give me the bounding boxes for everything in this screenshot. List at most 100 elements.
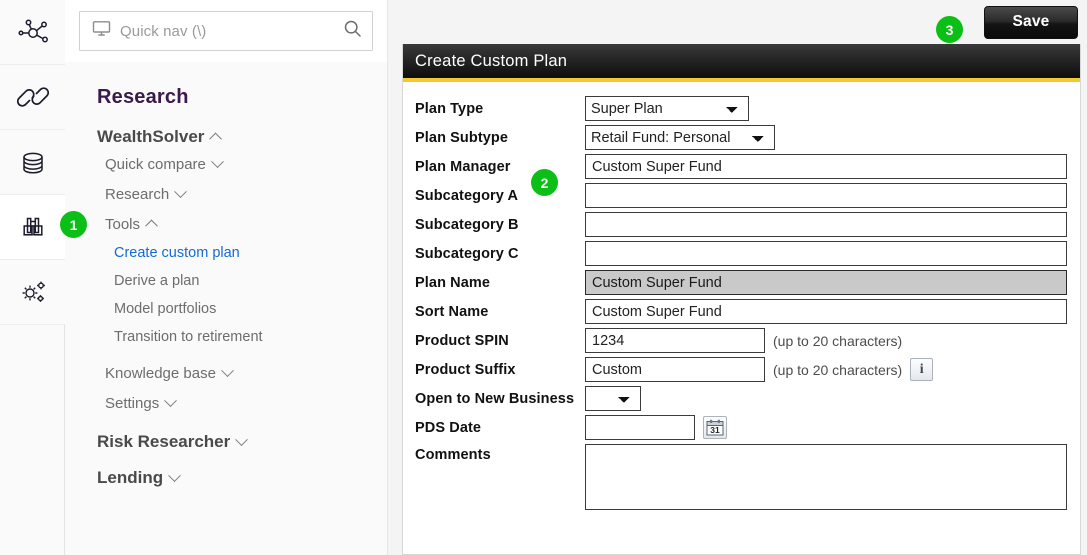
nav-panel: Quick nav (\) Research WealthSolver Quic… bbox=[65, 0, 388, 555]
rail-item-settings[interactable] bbox=[0, 260, 65, 325]
label-subcategory-a: Subcategory A bbox=[415, 187, 519, 204]
chevron-up-icon bbox=[145, 219, 158, 233]
row-plan-subtype: Plan Subtype Retail Fund: Personal bbox=[403, 125, 1080, 150]
row-plan-manager: Plan Manager bbox=[403, 154, 1080, 179]
nav-search-area: Quick nav (\) bbox=[65, 0, 387, 62]
save-button[interactable]: Save bbox=[984, 5, 1078, 39]
product-suffix-input[interactable] bbox=[585, 357, 765, 382]
nav-group-lending[interactable]: Lending bbox=[65, 454, 387, 490]
pds-date-input[interactable] bbox=[585, 415, 695, 440]
nav-item-derive-a-plan[interactable]: Derive a plan bbox=[65, 267, 387, 295]
row-product-spin: Product SPIN (up to 20 characters) bbox=[403, 328, 1080, 353]
label-product-spin: Product SPIN bbox=[415, 332, 509, 349]
plan-type-select[interactable]: Super Plan bbox=[585, 96, 749, 121]
rail-item-research[interactable] bbox=[0, 195, 65, 260]
sort-name-input[interactable] bbox=[585, 299, 1067, 324]
nav-group-wealthsolver[interactable]: WealthSolver bbox=[65, 113, 387, 149]
row-pds-date: PDS Date 31 bbox=[403, 415, 1080, 440]
nav-group-wealthsolver-label: WealthSolver bbox=[97, 127, 205, 146]
app-root: Quick nav (\) Research WealthSolver Quic… bbox=[0, 0, 1087, 555]
row-open-to-new-business: Open to New Business bbox=[403, 386, 1080, 411]
coins-stack-icon bbox=[16, 147, 50, 177]
search-input-placeholder[interactable]: Quick nav (\) bbox=[120, 23, 334, 40]
nav-item-knowledge-base-label: Knowledge base bbox=[105, 365, 216, 382]
step-badge-3: 3 bbox=[936, 16, 963, 43]
product-spin-hint: (up to 20 characters) bbox=[773, 332, 903, 349]
nav-item-quick-compare-label: Quick compare bbox=[105, 156, 206, 173]
action-toolbar: Save bbox=[402, 0, 1081, 44]
nav-item-settings[interactable]: Settings bbox=[65, 388, 387, 418]
plan-name-input bbox=[585, 270, 1067, 295]
nav-group-lending-label: Lending bbox=[97, 468, 164, 487]
step-badge-2: 2 bbox=[531, 169, 558, 196]
nav-item-tools-label: Tools bbox=[105, 216, 141, 233]
subcategory-a-input[interactable] bbox=[585, 183, 1067, 208]
svg-text:31: 31 bbox=[710, 425, 720, 435]
step-badge-1: 1 bbox=[60, 211, 87, 238]
chevron-down-icon bbox=[221, 364, 234, 378]
chevron-down-icon bbox=[168, 468, 181, 482]
nav-item-transition-to-retirement[interactable]: Transition to retirement bbox=[65, 323, 387, 351]
comments-textarea[interactable] bbox=[585, 444, 1067, 510]
plan-form: Plan Type Super Plan Plan Subtype Retail… bbox=[403, 82, 1080, 554]
nav-group-risk-researcher-label: Risk Researcher bbox=[97, 432, 231, 451]
label-open-to-new-business: Open to New Business bbox=[415, 390, 575, 407]
row-subcategory-a: Subcategory A bbox=[403, 183, 1080, 208]
chevron-down-icon bbox=[211, 155, 224, 169]
label-product-suffix: Product Suffix bbox=[415, 361, 516, 378]
label-comments: Comments bbox=[415, 447, 491, 463]
network-nodes-icon bbox=[16, 17, 50, 47]
row-sort-name: Sort Name bbox=[403, 299, 1080, 324]
nav-item-research-label: Research bbox=[105, 186, 170, 203]
info-icon[interactable]: i bbox=[910, 358, 934, 381]
main-content: Save Create Custom Plan Plan Type Super … bbox=[388, 0, 1087, 555]
nav-group-risk-researcher[interactable]: Risk Researcher bbox=[65, 418, 387, 454]
nav-item-research[interactable]: Research bbox=[65, 179, 387, 209]
create-custom-plan-panel: Create Custom Plan Plan Type Super Plan … bbox=[402, 44, 1081, 555]
search-icon[interactable] bbox=[343, 19, 362, 43]
panel-title: Create Custom Plan bbox=[403, 44, 1080, 78]
label-pds-date: PDS Date bbox=[415, 419, 482, 436]
label-plan-manager: Plan Manager bbox=[415, 158, 511, 175]
chevron-up-icon bbox=[209, 132, 223, 145]
nav-item-quick-compare[interactable]: Quick compare bbox=[65, 149, 387, 179]
product-suffix-hint: (up to 20 characters) bbox=[773, 361, 903, 378]
chevron-down-icon bbox=[174, 185, 188, 199]
icon-rail bbox=[0, 0, 65, 555]
product-spin-input[interactable] bbox=[585, 328, 765, 353]
chevron-down-icon bbox=[164, 394, 178, 408]
gears-settings-icon bbox=[16, 277, 50, 307]
rail-item-network[interactable] bbox=[0, 0, 65, 65]
plan-subtype-select[interactable]: Retail Fund: Personal bbox=[585, 125, 775, 150]
label-plan-name: Plan Name bbox=[415, 274, 491, 291]
nav-item-model-portfolios[interactable]: Model portfolios bbox=[65, 295, 387, 323]
nav-item-tools[interactable]: Tools bbox=[65, 209, 387, 239]
plan-manager-input[interactable] bbox=[585, 154, 1067, 179]
monitor-icon bbox=[92, 20, 111, 42]
row-plan-type: Plan Type Super Plan bbox=[403, 96, 1080, 121]
label-subcategory-b: Subcategory B bbox=[415, 216, 519, 233]
row-subcategory-b: Subcategory B bbox=[403, 212, 1080, 237]
nav-tree: Research WealthSolver Quick compare Rese… bbox=[65, 62, 387, 555]
chevron-down-icon bbox=[235, 432, 249, 446]
label-sort-name: Sort Name bbox=[415, 303, 489, 320]
nav-item-create-custom-plan[interactable]: Create custom plan bbox=[65, 239, 387, 267]
calendar-icon[interactable]: 31 bbox=[703, 416, 727, 439]
label-plan-subtype: Plan Subtype bbox=[415, 129, 509, 146]
rail-item-funds[interactable] bbox=[0, 130, 65, 195]
label-plan-type: Plan Type bbox=[415, 100, 484, 117]
row-subcategory-c: Subcategory C bbox=[403, 241, 1080, 266]
row-comments: Comments bbox=[403, 444, 1080, 510]
nav-section-title: Research bbox=[97, 86, 189, 108]
rail-item-links[interactable] bbox=[0, 65, 65, 130]
subcategory-c-input[interactable] bbox=[585, 241, 1067, 266]
open-to-new-business-select[interactable] bbox=[585, 386, 641, 411]
link-chain-icon bbox=[16, 81, 49, 113]
row-plan-name: Plan Name bbox=[403, 270, 1080, 295]
nav-item-settings-label: Settings bbox=[105, 395, 160, 412]
nav-item-knowledge-base[interactable]: Knowledge base bbox=[65, 351, 387, 388]
subcategory-b-input[interactable] bbox=[585, 212, 1067, 237]
quick-nav-search[interactable]: Quick nav (\) bbox=[79, 11, 373, 51]
row-product-suffix: Product Suffix (up to 20 characters) i bbox=[403, 357, 1080, 382]
label-subcategory-c: Subcategory C bbox=[415, 245, 519, 262]
